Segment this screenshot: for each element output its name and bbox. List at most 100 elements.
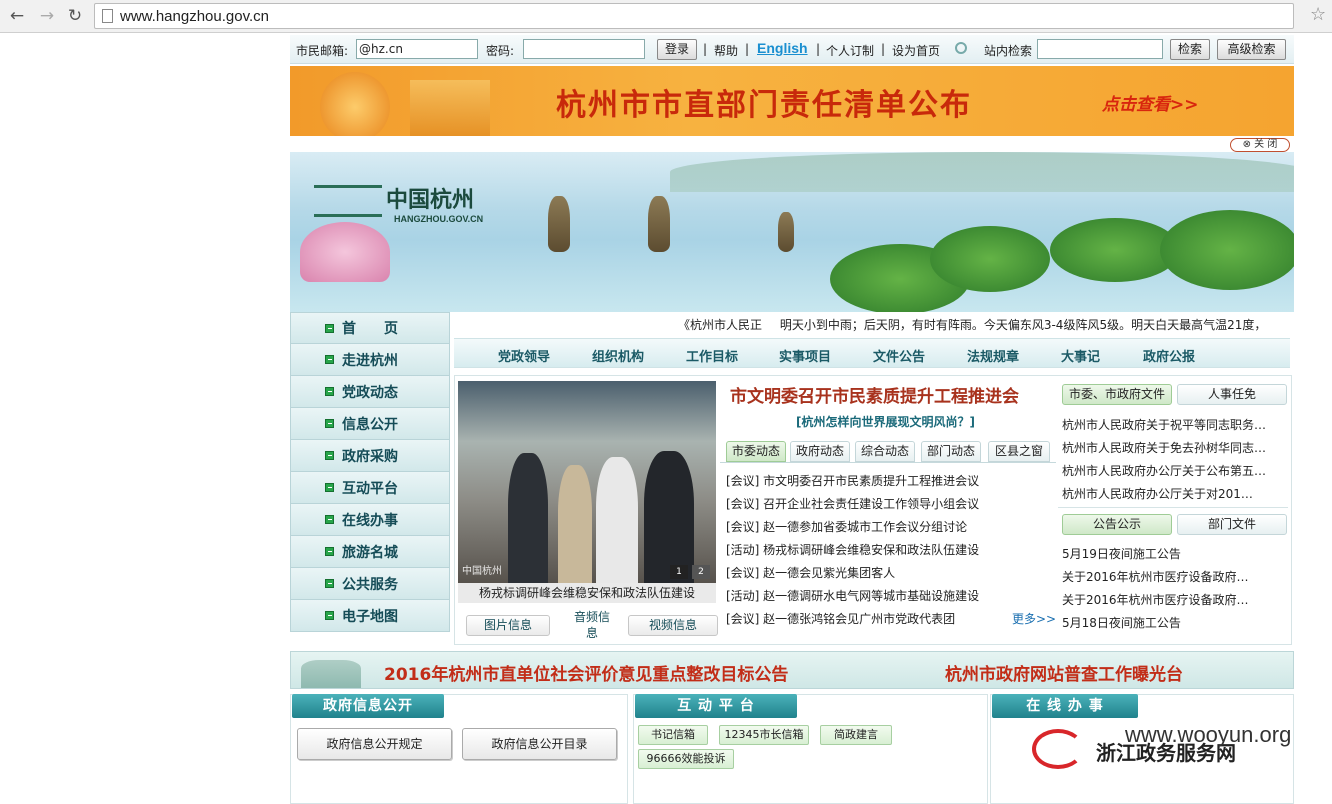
efficiency-complaint-button[interactable]: 96666效能投诉: [638, 749, 734, 769]
back-arrow-icon[interactable]: ←: [6, 5, 28, 27]
site-logo[interactable]: 中国杭州: [314, 182, 474, 217]
password-label: 密码:: [486, 44, 515, 58]
forward-arrow-icon[interactable]: →: [36, 5, 58, 27]
news-item[interactable]: [活动] 杨戎标调研峰会维稳安保和政法队伍建设: [726, 541, 979, 558]
picture-info-tab[interactable]: 图片信息: [466, 615, 550, 636]
rectification-notice-link[interactable]: 2016年杭州市直单位社会评价意见重点整改目标公告: [384, 660, 788, 685]
category-link[interactable]: 工作目标: [686, 346, 738, 365]
secretary-mailbox-button[interactable]: 书记信箱: [638, 725, 708, 745]
mayor-mailbox-button[interactable]: 12345市长信箱: [719, 725, 809, 745]
search-input[interactable]: [1037, 39, 1163, 59]
tab-district-window[interactable]: 区县之窗: [988, 441, 1050, 462]
separator: |: [816, 42, 821, 56]
news-photo[interactable]: 中国杭州 1 2: [458, 381, 716, 583]
news-item[interactable]: [活动] 赵一德调研水电气网等城市基础设施建设: [726, 587, 979, 604]
gov-info-catalog-button[interactable]: 政府信息公开目录: [462, 728, 617, 760]
document-item[interactable]: 杭州市人民政府办公厅关于对201…: [1062, 485, 1253, 502]
advanced-search-button[interactable]: 高级检索: [1217, 39, 1286, 60]
ad-banner[interactable]: 杭州市市直部门责任清单公布 点击查看>>: [290, 66, 1294, 136]
subheadline[interactable]: [杭州怎样向世界展现文明风尚？]: [796, 413, 975, 430]
news-ticker[interactable]: 《杭州市人民正 明天小到中雨；后天阴，有时有阵雨。今天偏东风3-4级阵风5级。明…: [678, 316, 1266, 333]
news-item[interactable]: [会议] 召开企业社会责任建设工作领导小组会议: [726, 495, 979, 512]
category-link[interactable]: 文件公告: [873, 346, 925, 365]
close-ad-button[interactable]: ⊗ 关 闭: [1230, 138, 1290, 152]
headline[interactable]: 市文明委召开市民素质提升工程推进会: [730, 382, 1019, 407]
category-bar: 党政领导 组织机构 工作目标 实事项目 文件公告 法规规章 大事记 政府公报: [454, 338, 1290, 368]
audio-info-tab[interactable]: 音频信息: [572, 609, 612, 641]
slide-page-button[interactable]: 2: [692, 565, 710, 579]
set-homepage-link[interactable]: 设为首页: [892, 42, 940, 59]
nav-item-map[interactable]: 电子地图: [290, 600, 450, 632]
category-link[interactable]: 大事记: [1061, 346, 1100, 365]
tab-department-news[interactable]: 部门动态: [921, 441, 981, 462]
document-item[interactable]: 杭州市人民政府关于祝平等同志职务…: [1062, 416, 1266, 433]
password-field[interactable]: [523, 39, 645, 59]
photo-caption[interactable]: 杨戎标调研峰会维稳安保和政法队伍建设: [458, 583, 716, 603]
news-item[interactable]: [会议] 赵一德张鸿铭会见广州市党政代表团: [726, 610, 955, 627]
tab-general-news[interactable]: 综合动态: [855, 441, 915, 462]
news-item[interactable]: [会议] 赵一德参加省委城市工作会议分组讨论: [726, 518, 967, 535]
nav-item-procurement[interactable]: 政府采购: [290, 440, 450, 472]
nav-item-label: 旅游名城: [342, 544, 398, 561]
bottom-banner[interactable]: 2016年杭州市直单位社会评价意见重点整改目标公告 杭州市政府网站普查工作曝光台: [290, 651, 1294, 689]
address-url[interactable]: www.hangzhou.gov.cn: [120, 8, 269, 25]
category-link[interactable]: 实事项目: [779, 346, 831, 365]
city-emblem-icon: [314, 185, 382, 217]
slide-page-button[interactable]: 1: [670, 565, 688, 579]
notice-item[interactable]: 关于2016年杭州市医疗设备政府…: [1062, 591, 1249, 608]
hill-graphic: [670, 152, 1294, 192]
notice-item[interactable]: 5月19日夜间施工公告: [1062, 545, 1181, 562]
separator: |: [881, 42, 886, 56]
ad-title: 杭州市市直部门责任清单公布: [556, 88, 972, 123]
english-link[interactable]: English: [757, 40, 808, 56]
bullet-icon: [325, 451, 334, 460]
nav-item-public-service[interactable]: 公共服务: [290, 568, 450, 600]
category-link[interactable]: 组织机构: [592, 346, 644, 365]
document-item[interactable]: 杭州市人民政府关于免去孙树华同志…: [1062, 439, 1266, 456]
bookmark-star-icon[interactable]: ☆: [1310, 4, 1326, 25]
category-link[interactable]: 法规规章: [967, 346, 1019, 365]
login-bar: 市民邮箱: @hz.cn 密码: 登录 | 帮助 | English | 个人订…: [290, 35, 1294, 64]
news-item[interactable]: [会议] 赵一德会见紫光集团客人: [726, 564, 895, 581]
site-logo-text: 中国杭州: [386, 187, 475, 213]
zhejiang-portal-logo[interactable]: [1032, 729, 1084, 769]
nav-item-label: 政府采购: [342, 448, 398, 465]
document-item[interactable]: 杭州市人民政府办公厅关于公布第五…: [1062, 462, 1266, 479]
tab-notices[interactable]: 公告公示: [1062, 514, 1172, 535]
online-service-title: 在 线 办 事: [992, 694, 1138, 718]
ad-view-link[interactable]: 点击查看>>: [1102, 90, 1199, 115]
tab-city-documents[interactable]: 市委、市政府文件: [1062, 384, 1172, 405]
gov-info-rules-button[interactable]: 政府信息公开规定: [297, 728, 452, 760]
more-news-link[interactable]: 更多>>: [1012, 610, 1056, 627]
nav-item-info-disclosure[interactable]: 信息公开: [290, 408, 450, 440]
notice-item[interactable]: 5月18日夜间施工公告: [1062, 614, 1181, 631]
address-bar[interactable]: www.hangzhou.gov.cn: [94, 3, 1294, 29]
custom-link[interactable]: 个人订制: [826, 42, 874, 59]
help-link[interactable]: 帮助: [714, 42, 738, 59]
website-audit-link[interactable]: 杭州市政府网站普查工作曝光台: [945, 660, 1183, 685]
nav-item-party-news[interactable]: 党政动态: [290, 376, 450, 408]
tab-committee-news[interactable]: 市委动态: [726, 441, 786, 462]
nav-item-home[interactable]: 首 页: [290, 312, 450, 344]
news-item[interactable]: [会议] 市文明委召开市民素质提升工程推进会议: [726, 472, 979, 489]
banner-building-graphic: [410, 80, 490, 136]
reload-icon[interactable]: ↻: [64, 5, 86, 27]
category-link[interactable]: 党政领导: [498, 346, 550, 365]
watermark: www.wooyun.org: [1125, 722, 1292, 747]
video-info-tab[interactable]: 视频信息: [628, 615, 718, 636]
bullet-icon: [325, 515, 334, 524]
email-field[interactable]: @hz.cn: [356, 39, 478, 59]
search-button[interactable]: 检索: [1170, 39, 1210, 60]
suggestion-button[interactable]: 简政建言: [820, 725, 892, 745]
bullet-icon: [325, 419, 334, 428]
tab-department-files[interactable]: 部门文件: [1177, 514, 1287, 535]
login-button[interactable]: 登录: [657, 39, 697, 60]
nav-item-online-service[interactable]: 在线办事: [290, 504, 450, 536]
category-link[interactable]: 政府公报: [1143, 346, 1195, 365]
nav-item-about[interactable]: 走进杭州: [290, 344, 450, 376]
tab-government-news[interactable]: 政府动态: [790, 441, 850, 462]
nav-item-tourism[interactable]: 旅游名城: [290, 536, 450, 568]
nav-item-interaction[interactable]: 互动平台: [290, 472, 450, 504]
tab-appointments[interactable]: 人事任免: [1177, 384, 1287, 405]
notice-item[interactable]: 关于2016年杭州市医疗设备政府…: [1062, 568, 1249, 585]
